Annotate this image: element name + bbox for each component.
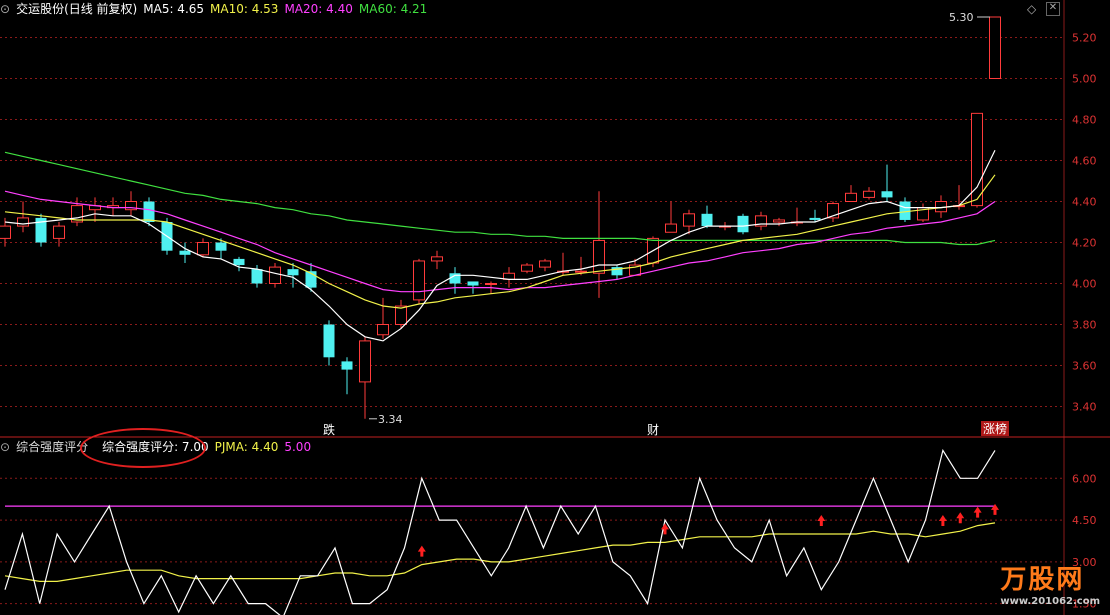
low-price-label: 3.34 xyxy=(378,413,403,426)
candle-body xyxy=(359,340,371,383)
buy-arrow-icon xyxy=(417,545,426,557)
candle-body xyxy=(881,191,893,198)
price-tick-label: 4.40 xyxy=(1072,196,1097,209)
candle-body xyxy=(341,361,353,370)
candle-body xyxy=(683,213,695,227)
candle-body xyxy=(467,281,479,286)
candle-body xyxy=(431,256,443,262)
candle-body xyxy=(701,213,713,227)
candle-body xyxy=(179,250,191,255)
candle-body xyxy=(485,283,497,285)
high-price-label: 5.30 xyxy=(949,11,974,24)
price-tick-label: 4.00 xyxy=(1072,278,1097,291)
indicator-options-icon[interactable]: ⊙ xyxy=(0,440,10,454)
candle-body xyxy=(53,225,65,239)
stock-title: 交运股份(日线 前复权) xyxy=(16,2,138,16)
price-tick-label: 5.20 xyxy=(1072,32,1097,45)
chart-options-icon[interactable]: ⊙ xyxy=(0,2,10,16)
ma20-label: MA20: 4.40 xyxy=(284,2,353,16)
candle-body xyxy=(773,219,785,223)
watermark-url: www.201062.com xyxy=(1000,596,1100,607)
candle-body xyxy=(539,260,551,268)
ma5-line xyxy=(4,149,996,342)
tag-die: 跌 xyxy=(323,422,335,437)
extra-label: 5.00 xyxy=(284,440,312,454)
candle-body xyxy=(377,324,389,336)
candle-body xyxy=(0,225,11,239)
candle-body xyxy=(323,324,335,358)
price-tick-label: 5.00 xyxy=(1072,73,1097,86)
candle-body xyxy=(287,269,299,276)
candle-body xyxy=(395,305,407,325)
candle-body xyxy=(809,217,821,220)
price-tick-label: 4.60 xyxy=(1072,155,1097,168)
score-line xyxy=(4,448,996,615)
candle-body xyxy=(989,16,1001,79)
buy-arrow-icon xyxy=(973,506,982,518)
chart-canvas: 5.20 5.00 4.80 4.60 4.40 4.20 4.00 3.80 3.60 3.40… xyxy=(0,0,1110,615)
tag-zhangbang: 涨榜 xyxy=(983,421,1007,436)
price-tick-label: 3.40 xyxy=(1072,401,1097,414)
candle-body xyxy=(593,239,605,274)
sub-tick-label: 6.00 xyxy=(1072,472,1097,485)
price-tick-label: 3.60 xyxy=(1072,360,1097,373)
ma5-label: MA5: 4.65 xyxy=(143,2,205,16)
close-icon[interactable]: ✕ xyxy=(1046,2,1060,16)
candle-body xyxy=(899,201,911,220)
price-tick-label: 3.80 xyxy=(1072,319,1097,332)
main-header: ⊙ 交运股份(日线 前复权) MA5: 4.65 MA10: 4.53 MA20: 4.… xyxy=(0,0,433,18)
price-tick-label: 4.20 xyxy=(1072,237,1097,250)
ma60-label: MA60: 4.21 xyxy=(358,2,428,16)
candle-body xyxy=(251,269,263,284)
buy-arrow-icon xyxy=(938,515,947,526)
candle-body xyxy=(233,258,245,266)
indicator-name: 综合强度评分 xyxy=(16,440,89,454)
candle-body xyxy=(215,242,227,251)
candle-body xyxy=(269,266,281,285)
candle-body xyxy=(575,270,587,273)
candle-body xyxy=(863,190,875,198)
ma10-label: MA10: 4.53 xyxy=(210,2,279,16)
price-tick-label: 4.80 xyxy=(1072,114,1097,127)
diamond-icon[interactable]: ◇ xyxy=(1027,2,1036,16)
candle-body xyxy=(845,192,857,203)
sub-tick-label: 4.50 xyxy=(1072,514,1097,527)
watermark-brand: 万股网 xyxy=(1000,565,1085,595)
highlight-ellipse xyxy=(80,428,206,468)
buy-arrow-icon xyxy=(817,515,826,526)
candle-body xyxy=(737,215,749,233)
candle-body xyxy=(665,223,677,233)
pjma-line xyxy=(4,522,996,583)
pjma-label: PJMA: 4.40 xyxy=(214,440,279,454)
buy-arrow-icon xyxy=(991,503,999,515)
buy-arrow-icon xyxy=(956,512,965,524)
tag-cai: 财 xyxy=(647,423,659,437)
candle-body xyxy=(143,201,155,222)
watermark: 万股网 www.201062.com xyxy=(1000,559,1100,607)
candle-body xyxy=(521,264,533,272)
candle-body xyxy=(413,260,425,301)
candle-body xyxy=(17,217,29,227)
candle-body xyxy=(197,242,209,256)
